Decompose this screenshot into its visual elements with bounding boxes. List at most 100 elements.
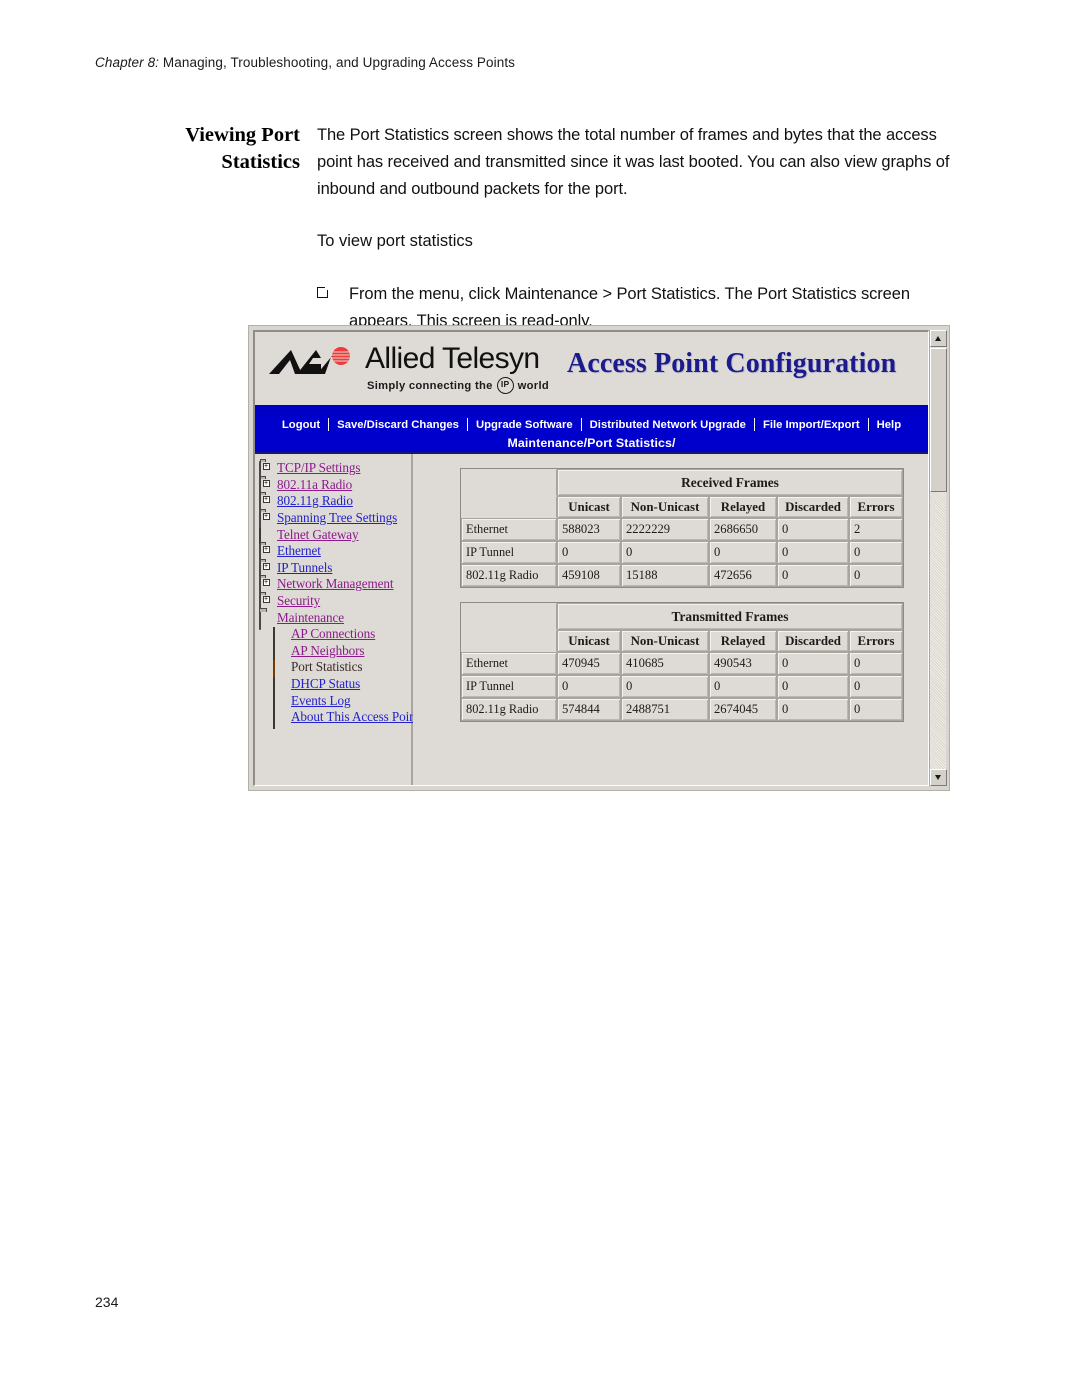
sidebar-item-network-management[interactable]: + Network Management bbox=[259, 576, 411, 597]
column-header-errors: Errors bbox=[849, 630, 903, 652]
cell-discarded: 0 bbox=[777, 541, 849, 564]
row-label: IP Tunnel bbox=[461, 541, 557, 564]
document-active-icon bbox=[273, 660, 287, 680]
sidebar-item-spanning-tree-settings[interactable]: + Spanning Tree Settings bbox=[259, 510, 411, 531]
menu-item-distributed-network-upgrade[interactable]: Distributed Network Upgrade bbox=[582, 418, 754, 432]
cell-non-unicast: 410685 bbox=[621, 652, 709, 675]
sidebar-item-label: DHCP Status bbox=[291, 676, 361, 692]
table-row: IP Tunnel 0 0 0 0 0 bbox=[461, 541, 903, 564]
menu-item-help[interactable]: Help bbox=[869, 418, 909, 432]
body-column: The Port Statistics screen shows the tot… bbox=[317, 122, 957, 335]
sidebar-item-telnet-gateway[interactable]: Telnet Gateway bbox=[259, 526, 411, 547]
column-header-relayed: Relayed bbox=[709, 630, 777, 652]
running-head-rest: Managing, Troubleshooting, and Upgrading… bbox=[159, 55, 516, 70]
transmitted-frames-group-header: Transmitted Frames bbox=[557, 603, 903, 630]
cell-unicast: 574844 bbox=[557, 698, 621, 721]
folder-closed-icon: + bbox=[259, 577, 273, 597]
folder-closed-icon: + bbox=[259, 544, 273, 564]
cell-relayed: 2686650 bbox=[709, 518, 777, 541]
row-label: 802.11g Radio bbox=[461, 564, 557, 587]
folder-closed-icon: + bbox=[259, 511, 273, 531]
corner-cell bbox=[461, 630, 557, 652]
cell-errors: 2 bbox=[849, 518, 903, 541]
menu-item-upgrade-software[interactable]: Upgrade Software bbox=[468, 418, 581, 432]
sidebar-item-label: Security bbox=[277, 593, 321, 609]
sidebar-item-label: AP Connections bbox=[291, 626, 376, 642]
sidebar-item-label: IP Tunnels bbox=[277, 559, 333, 575]
row-label: Ethernet bbox=[461, 652, 557, 675]
cell-relayed: 472656 bbox=[709, 564, 777, 587]
sidebar-item-events-log[interactable]: Events Log bbox=[259, 692, 411, 713]
sidebar-item-ap-connections[interactable]: AP Connections bbox=[259, 626, 411, 647]
scroll-down-button[interactable] bbox=[930, 769, 947, 786]
cell-unicast: 470945 bbox=[557, 652, 621, 675]
sidebar-item-label: 802.11g Radio bbox=[277, 493, 353, 509]
page-title-line-1: Viewing Port bbox=[185, 124, 300, 146]
sidebar-item-dhcp-status[interactable]: DHCP Status bbox=[259, 676, 411, 697]
page-title-line-2: Statistics bbox=[221, 151, 300, 173]
app-header: Allied Telesyn Simply connecting the IP … bbox=[255, 332, 928, 405]
corner-cell bbox=[461, 603, 557, 630]
sidebar-item-maintenance[interactable]: Maintenance bbox=[259, 609, 411, 630]
scroll-up-arrow-icon bbox=[935, 336, 941, 341]
row-label: IP Tunnel bbox=[461, 675, 557, 698]
cell-unicast: 0 bbox=[557, 675, 621, 698]
cell-non-unicast: 15188 bbox=[621, 564, 709, 587]
app-title: Access Point Configuration bbox=[567, 348, 897, 379]
ip-badge-icon: IP bbox=[496, 377, 514, 394]
sidebar-item-802-11a-radio[interactable]: + 802.11a Radio bbox=[259, 477, 411, 497]
menu-item-logout[interactable]: Logout bbox=[274, 418, 328, 432]
sidebar-item-security[interactable]: + Security bbox=[259, 593, 411, 614]
sidebar-item-tcp-ip-settings[interactable]: + TCP/IP Settings bbox=[259, 460, 411, 481]
cell-relayed: 0 bbox=[709, 541, 777, 564]
folder-open-icon bbox=[259, 610, 273, 630]
brand-tagline-after: world bbox=[517, 379, 549, 392]
cell-relayed: 0 bbox=[709, 675, 777, 698]
document-icon bbox=[273, 627, 287, 647]
vertical-scrollbar[interactable] bbox=[929, 330, 947, 786]
cell-discarded: 0 bbox=[777, 675, 849, 698]
sidebar-item-port-statistics[interactable]: Port Statistics bbox=[259, 659, 411, 680]
scrollbar-thumb[interactable] bbox=[930, 348, 947, 492]
column-header-non-unicast: Non-Unicast bbox=[621, 496, 709, 518]
sidebar-item-about-this-access-point[interactable]: About This Access Point bbox=[259, 709, 419, 730]
sidebar-item-ap-neighbors[interactable]: AP Neighbors bbox=[259, 642, 411, 663]
sidebar-item-ip-tunnels[interactable]: + IP Tunnels bbox=[259, 559, 411, 580]
table-header-row: Unicast Non-Unicast Relayed Discarded Er… bbox=[461, 630, 903, 652]
page-title: Viewing Port Statistics bbox=[118, 122, 300, 176]
table-header-group-row: Received Frames bbox=[461, 469, 903, 496]
sidebar-item-label: AP Neighbors bbox=[291, 642, 365, 658]
cell-discarded: 0 bbox=[777, 518, 849, 541]
brand-tagline: Simply connecting the IP world bbox=[367, 377, 549, 394]
table-header-row: Unicast Non-Unicast Relayed Discarded Er… bbox=[461, 496, 903, 518]
folder-closed-icon: + bbox=[259, 560, 273, 580]
cell-non-unicast: 2488751 bbox=[621, 698, 709, 721]
running-head: Chapter 8: Managing, Troubleshooting, an… bbox=[95, 55, 515, 70]
scroll-up-button[interactable] bbox=[930, 330, 947, 347]
document-icon bbox=[273, 710, 287, 730]
cell-unicast: 588023 bbox=[557, 518, 621, 541]
brand-tagline-before: Simply connecting the bbox=[367, 379, 493, 392]
menu-item-file-import-export[interactable]: File Import/Export bbox=[755, 418, 868, 432]
header-blue-divider bbox=[255, 405, 928, 416]
cell-relayed: 490543 bbox=[709, 652, 777, 675]
sidebar-item-label: Telnet Gateway bbox=[277, 526, 359, 542]
cell-discarded: 0 bbox=[777, 564, 849, 587]
port-statistics-panel: Received Frames Unicast Non-Unicast Rela… bbox=[413, 454, 928, 785]
scroll-down-arrow-icon bbox=[935, 775, 941, 780]
cell-discarded: 0 bbox=[777, 652, 849, 675]
sidebar-item-label: About This Access Point bbox=[291, 709, 420, 725]
procedure-heading: To view port statistics bbox=[317, 232, 473, 250]
folder-closed-icon: + bbox=[259, 477, 273, 497]
cell-errors: 0 bbox=[849, 541, 903, 564]
folder-closed-icon: + bbox=[259, 461, 273, 481]
menu-item-save-discard-changes[interactable]: Save/Discard Changes bbox=[329, 418, 467, 432]
allied-telesyn-logo-icon bbox=[269, 347, 350, 374]
sidebar-item-802-11g-radio[interactable]: + 802.11g Radio bbox=[259, 493, 411, 514]
browser-viewport: Allied Telesyn Simply connecting the IP … bbox=[253, 330, 929, 786]
sidebar-item-ethernet[interactable]: + Ethernet bbox=[259, 543, 411, 564]
sidebar-item-label: Maintenance bbox=[277, 609, 345, 625]
cell-non-unicast: 2222229 bbox=[621, 518, 709, 541]
table-row: 802.11g Radio 459108 15188 472656 0 0 bbox=[461, 564, 903, 587]
corner-cell bbox=[461, 496, 557, 518]
